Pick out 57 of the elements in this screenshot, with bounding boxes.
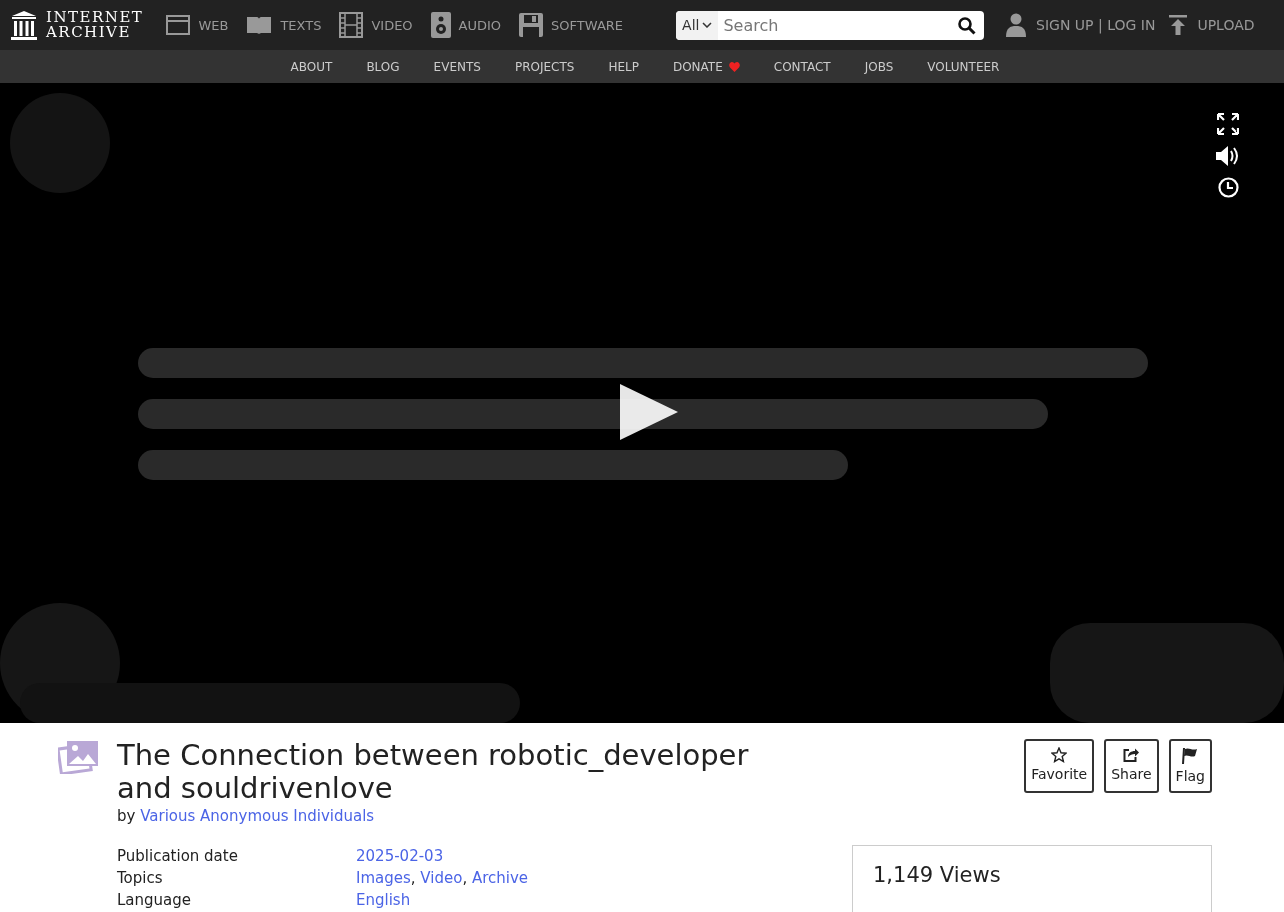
caret-icon bbox=[702, 22, 713, 28]
play-icon[interactable] bbox=[619, 383, 679, 441]
browser-window-icon bbox=[166, 15, 191, 35]
metadata-label: Language bbox=[117, 890, 193, 911]
sign-up-link[interactable]: SIGN UP bbox=[1036, 17, 1094, 33]
nav-link[interactable]: AUDIO bbox=[458, 17, 502, 33]
speaker-icon bbox=[430, 12, 451, 38]
user-icon[interactable] bbox=[1006, 13, 1027, 37]
favorite-button[interactable]: Favorite bbox=[1024, 739, 1095, 793]
separator-text: , bbox=[410, 869, 416, 887]
views-count: 1,149 Views bbox=[873, 863, 1001, 887]
fullscreen-icon[interactable] bbox=[1217, 113, 1239, 135]
share-icon bbox=[1123, 747, 1140, 763]
byline-text: by bbox=[117, 807, 136, 825]
search-icon[interactable] bbox=[958, 16, 977, 35]
volume-icon[interactable] bbox=[1215, 145, 1241, 167]
nav-link[interactable]: DONATE bbox=[672, 59, 723, 74]
metadata-label: Topics bbox=[117, 868, 164, 889]
nav-link[interactable]: HELP bbox=[608, 59, 639, 74]
nav-link[interactable]: EVENTS bbox=[433, 59, 481, 74]
flag-icon bbox=[1182, 747, 1199, 765]
nav-link[interactable]: ABOUT bbox=[290, 59, 333, 74]
separator-text: | bbox=[1098, 17, 1103, 33]
nav-link[interactable]: VIDEO bbox=[371, 17, 413, 33]
flag-button[interactable]: Flag bbox=[1168, 739, 1212, 793]
images-icon bbox=[58, 739, 99, 774]
nav-link[interactable]: TEXTS bbox=[280, 17, 322, 33]
metadata-link[interactable]: Images bbox=[356, 869, 411, 887]
log-in-link[interactable]: LOG IN bbox=[1107, 17, 1156, 33]
share-button[interactable]: Share bbox=[1104, 739, 1159, 793]
nav-link[interactable]: WEB bbox=[198, 17, 229, 33]
open-book-icon bbox=[246, 15, 273, 35]
separator-text: , bbox=[462, 869, 468, 887]
nav-link[interactable]: JOBS bbox=[864, 59, 894, 74]
nav-link[interactable]: VOLUNTEER bbox=[927, 59, 1000, 74]
upload-link[interactable]: UPLOAD bbox=[1197, 17, 1255, 33]
metadata-label: Publication date bbox=[117, 846, 239, 867]
metadata-link[interactable]: Archive bbox=[471, 869, 529, 887]
nav-link[interactable]: SOFTWARE bbox=[551, 17, 624, 33]
film-strip-icon bbox=[339, 12, 364, 38]
nav-link[interactable]: PROJECTS bbox=[514, 59, 575, 74]
metadata-link[interactable]: English bbox=[356, 891, 411, 909]
temple-logo-icon[interactable] bbox=[10, 10, 38, 40]
nav-link[interactable]: CONTACT bbox=[773, 59, 831, 74]
scope-dropdown[interactable]: All bbox=[676, 10, 719, 40]
logo-text[interactable]: INTERNET bbox=[46, 10, 144, 25]
creator-link[interactable]: Various Anonymous Individuals bbox=[140, 807, 375, 825]
star-icon bbox=[1051, 747, 1068, 763]
item-title: The Connection between robotic_developer and souldrivenlove bbox=[117, 739, 750, 805]
nav-link[interactable]: BLOG bbox=[366, 59, 400, 74]
heart-icon bbox=[728, 61, 740, 72]
logo-text[interactable]: ARCHIVE bbox=[46, 25, 144, 40]
metadata-link[interactable]: Video bbox=[420, 869, 463, 887]
upload-icon[interactable] bbox=[1169, 15, 1188, 35]
clock-icon[interactable] bbox=[1217, 177, 1239, 198]
metadata-link[interactable]: 2025-02-03 bbox=[356, 847, 444, 865]
search-field[interactable]: All Search bbox=[676, 10, 985, 40]
